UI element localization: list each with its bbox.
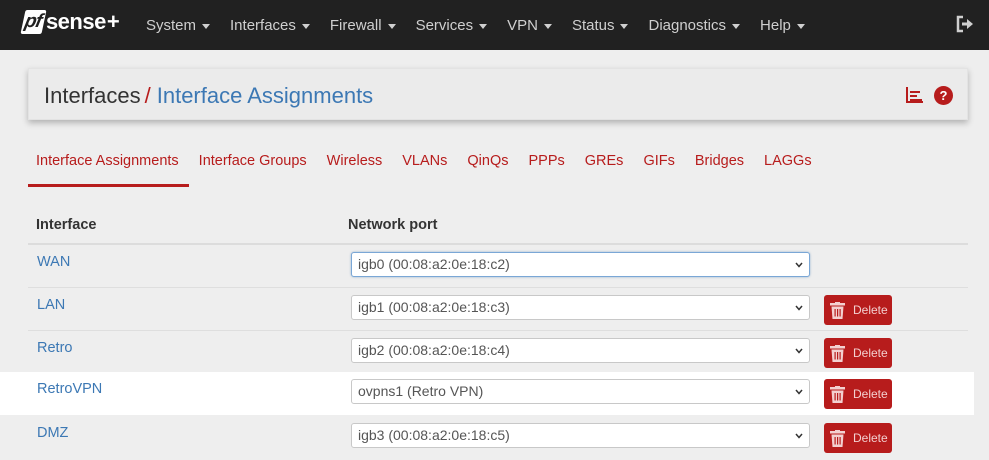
column-header-network-port: Network port bbox=[348, 217, 438, 233]
chevron-down-icon bbox=[795, 348, 803, 354]
trash-icon bbox=[830, 429, 845, 447]
network-port-select[interactable]: igb0 (00:08:a2:0e:18:c2) bbox=[351, 252, 810, 277]
tab-laggs[interactable]: LAGGs bbox=[754, 145, 822, 187]
menu-interfaces-label: Interfaces bbox=[230, 16, 296, 34]
caret-down-icon bbox=[732, 23, 741, 29]
caret-down-icon bbox=[202, 23, 211, 29]
tab-gres[interactable]: GREs bbox=[575, 145, 634, 187]
delete-button[interactable]: Delete bbox=[824, 295, 892, 325]
tab-ppps[interactable]: PPPs bbox=[519, 145, 575, 187]
caret-down-icon bbox=[479, 23, 488, 29]
delete-label: Delete bbox=[853, 387, 888, 401]
breadcrumb-root[interactable]: Interfaces bbox=[44, 83, 141, 108]
network-port-select[interactable]: ovpns1 (Retro VPN) bbox=[351, 379, 810, 404]
menu-status-label: Status bbox=[571, 16, 615, 34]
menu-vpn-label: VPN bbox=[507, 16, 538, 34]
delete-button[interactable]: Delete bbox=[824, 423, 892, 453]
menu-diagnostics[interactable]: Diagnostics bbox=[638, 17, 750, 34]
network-port-value: igb2 (00:08:a2:0e:18:c4) bbox=[358, 342, 510, 358]
table-row: RetroVPN ovpns1 (Retro VPN) Delete bbox=[0, 372, 974, 415]
trash-icon bbox=[830, 301, 845, 319]
interface-link[interactable]: RetroVPN bbox=[37, 381, 102, 397]
interface-link[interactable]: Retro bbox=[37, 340, 72, 356]
network-port-select[interactable]: igb2 (00:08:a2:0e:18:c4) bbox=[351, 338, 810, 363]
table-row: Retro igb2 (00:08:a2:0e:18:c4) Delete bbox=[28, 331, 968, 374]
tab-interface-groups[interactable]: Interface Groups bbox=[189, 145, 317, 187]
page-header: Interfaces / Interface Assignments ? bbox=[28, 68, 968, 120]
caret-down-icon bbox=[543, 23, 552, 29]
caret-down-icon bbox=[301, 23, 310, 29]
pfsense-logo[interactable]: pf sense + bbox=[20, 9, 120, 35]
chevron-down-icon bbox=[795, 433, 803, 439]
tab-bridges[interactable]: Bridges bbox=[685, 145, 754, 187]
delete-button[interactable]: Delete bbox=[824, 338, 892, 368]
interface-link[interactable]: LAN bbox=[37, 297, 65, 313]
tab-gifs[interactable]: GIFs bbox=[633, 145, 684, 187]
tab-vlans[interactable]: VLANs bbox=[392, 145, 457, 187]
delete-label: Delete bbox=[853, 431, 888, 445]
column-header-interface: Interface bbox=[36, 217, 97, 233]
caret-down-icon bbox=[387, 23, 396, 29]
menu-help-label: Help bbox=[760, 16, 791, 34]
network-port-value: ovpns1 (Retro VPN) bbox=[358, 383, 484, 399]
tab-interface-assignments[interactable]: Interface Assignments bbox=[28, 145, 189, 187]
network-port-select[interactable]: igb1 (00:08:a2:0e:18:c3) bbox=[351, 295, 810, 320]
delete-button[interactable]: Delete bbox=[824, 379, 892, 409]
delete-label: Delete bbox=[853, 346, 888, 360]
trash-icon bbox=[830, 344, 845, 362]
menu-system[interactable]: System bbox=[136, 17, 220, 34]
bar-chart-icon[interactable] bbox=[906, 86, 924, 103]
breadcrumb: Interfaces / Interface Assignments bbox=[44, 83, 373, 109]
chevron-down-icon bbox=[795, 389, 803, 395]
chevron-down-icon bbox=[795, 305, 803, 311]
network-port-value: igb3 (00:08:a2:0e:18:c5) bbox=[358, 427, 510, 443]
logo-plus: + bbox=[106, 9, 120, 34]
tab-qinqs[interactable]: QinQs bbox=[457, 145, 518, 187]
logo-pf: pf bbox=[20, 10, 47, 34]
network-port-select[interactable]: igb3 (00:08:a2:0e:18:c5) bbox=[351, 423, 810, 448]
menu-help[interactable]: Help bbox=[750, 17, 815, 34]
main-menu: System Interfaces Firewall Services VPN … bbox=[136, 0, 815, 50]
help-icon[interactable]: ? bbox=[934, 86, 953, 105]
top-navbar: pf sense + System Interfaces Firewall Se… bbox=[0, 0, 989, 50]
table-row: LAN igb1 (00:08:a2:0e:18:c3) Delete bbox=[28, 288, 968, 331]
breadcrumb-current[interactable]: Interface Assignments bbox=[157, 83, 373, 108]
menu-services[interactable]: Services bbox=[406, 17, 498, 34]
menu-firewall[interactable]: Firewall bbox=[320, 17, 406, 34]
menu-interfaces[interactable]: Interfaces bbox=[220, 17, 320, 34]
caret-down-icon bbox=[796, 23, 805, 29]
table-row: DMZ igb3 (00:08:a2:0e:18:c5) Delete bbox=[28, 416, 968, 459]
logo-sense: sense bbox=[45, 9, 106, 34]
interface-link[interactable]: DMZ bbox=[37, 425, 68, 441]
menu-status[interactable]: Status bbox=[562, 17, 639, 34]
menu-services-label: Services bbox=[415, 16, 474, 34]
interface-link[interactable]: WAN bbox=[37, 254, 70, 270]
delete-label: Delete bbox=[853, 303, 888, 317]
chevron-down-icon bbox=[795, 262, 803, 268]
tab-bar: Interface Assignments Interface Groups W… bbox=[28, 145, 822, 187]
caret-down-icon bbox=[620, 23, 629, 29]
menu-vpn[interactable]: VPN bbox=[497, 17, 562, 34]
table-row: WAN igb0 (00:08:a2:0e:18:c2) bbox=[28, 245, 968, 288]
breadcrumb-separator: / bbox=[144, 83, 151, 108]
network-port-value: igb0 (00:08:a2:0e:18:c2) bbox=[358, 256, 510, 272]
menu-system-label: System bbox=[146, 16, 197, 34]
network-port-value: igb1 (00:08:a2:0e:18:c3) bbox=[358, 299, 510, 315]
tab-wireless[interactable]: Wireless bbox=[317, 145, 393, 187]
trash-icon bbox=[830, 385, 845, 403]
menu-firewall-label: Firewall bbox=[329, 16, 382, 34]
sign-out-icon[interactable] bbox=[955, 14, 975, 34]
menu-diagnostics-label: Diagnostics bbox=[648, 16, 727, 34]
